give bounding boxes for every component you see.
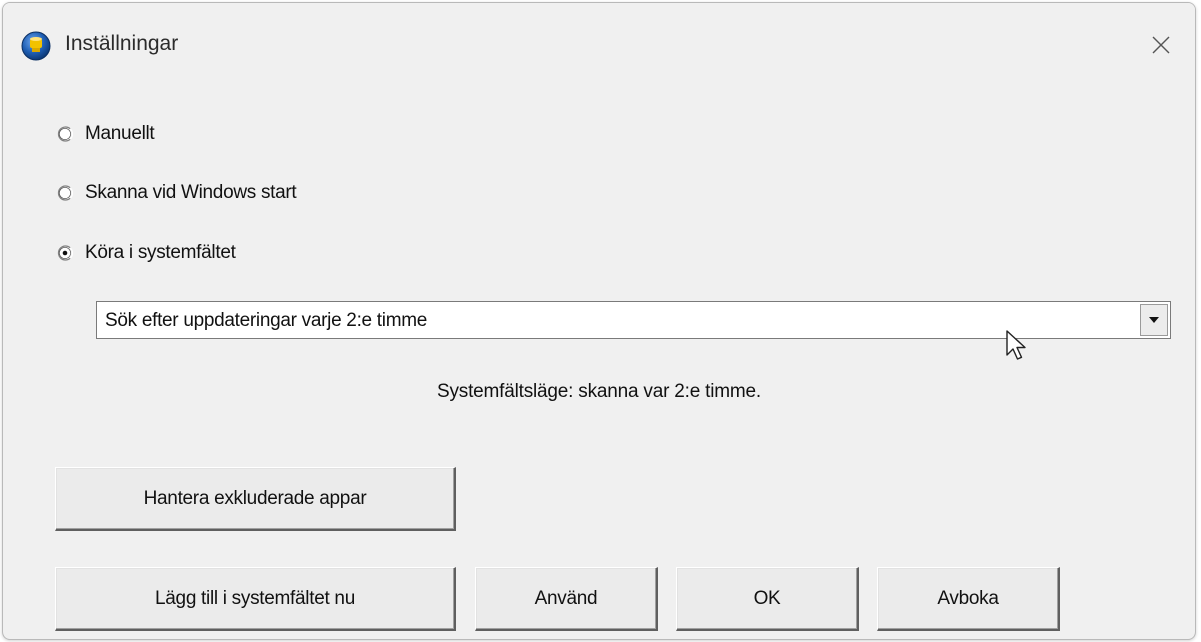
radio-tray[interactable]: Köra i systemfältet bbox=[57, 242, 236, 264]
close-button[interactable] bbox=[1139, 23, 1183, 67]
app-globe-icon bbox=[21, 31, 51, 61]
schedule-selected-value: Sök efter uppdateringar varje 2:e timme bbox=[105, 310, 428, 331]
mouse-pointer-icon bbox=[1006, 330, 1026, 360]
radio-manual-label: Manuellt bbox=[85, 123, 155, 144]
radio-circle-checked-icon[interactable] bbox=[57, 245, 73, 261]
chevron-down-icon bbox=[1149, 317, 1159, 323]
add-to-tray-button[interactable]: Lägg till i systemfältet nu bbox=[55, 567, 456, 631]
dropdown-button[interactable] bbox=[1140, 304, 1168, 336]
apply-button[interactable]: Använd bbox=[475, 567, 658, 631]
title-bar[interactable]: Inställningar bbox=[3, 3, 1195, 85]
status-text: Systemfältsläge: skanna var 2:e timme. bbox=[437, 381, 761, 402]
radio-circle-icon[interactable] bbox=[57, 185, 73, 201]
cancel-button[interactable]: Avboka bbox=[877, 567, 1060, 631]
window-title: Inställningar bbox=[65, 32, 179, 55]
ok-button[interactable]: OK bbox=[676, 567, 859, 631]
settings-dialog: Inställningar Manuellt Skanna vid Window… bbox=[2, 2, 1196, 640]
close-icon bbox=[1152, 36, 1170, 54]
radio-manual[interactable]: Manuellt bbox=[57, 123, 155, 145]
radio-tray-label: Köra i systemfältet bbox=[85, 242, 236, 263]
manage-excluded-apps-button[interactable]: Hantera exkluderade appar bbox=[55, 467, 456, 531]
radio-startup-label: Skanna vid Windows start bbox=[85, 182, 297, 203]
radio-startup[interactable]: Skanna vid Windows start bbox=[57, 182, 297, 204]
radio-circle-icon[interactable] bbox=[57, 126, 73, 142]
